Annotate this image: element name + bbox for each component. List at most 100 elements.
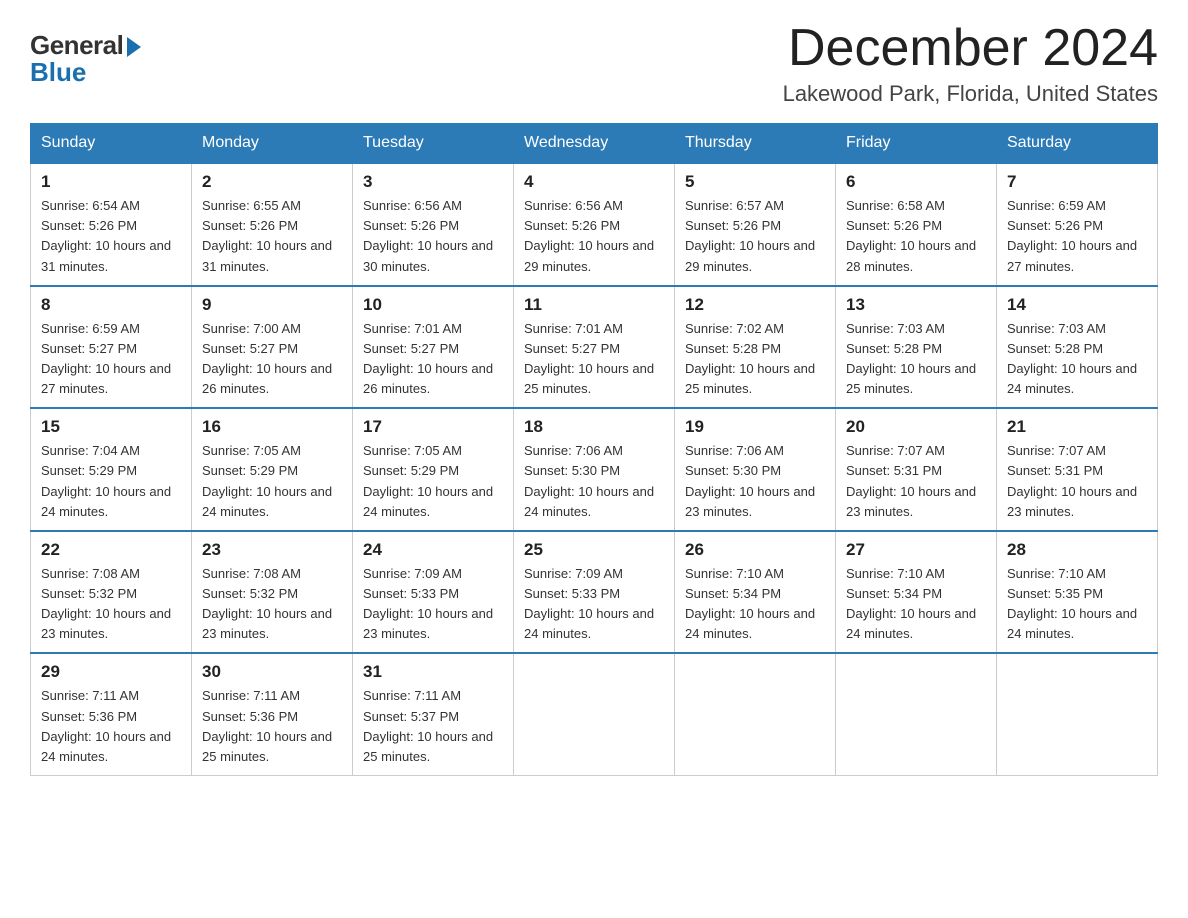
logo-arrow-icon (127, 37, 141, 57)
day-info: Sunrise: 6:56 AMSunset: 5:26 PMDaylight:… (524, 196, 664, 277)
day-number: 28 (1007, 540, 1147, 560)
calendar-header-saturday: Saturday (997, 124, 1158, 164)
day-number: 25 (524, 540, 664, 560)
day-info: Sunrise: 7:07 AMSunset: 5:31 PMDaylight:… (846, 441, 986, 522)
day-info: Sunrise: 7:09 AMSunset: 5:33 PMDaylight:… (524, 564, 664, 645)
day-number: 10 (363, 295, 503, 315)
day-info: Sunrise: 7:05 AMSunset: 5:29 PMDaylight:… (363, 441, 503, 522)
day-info: Sunrise: 7:06 AMSunset: 5:30 PMDaylight:… (685, 441, 825, 522)
calendar-cell: 29 Sunrise: 7:11 AMSunset: 5:36 PMDayligh… (31, 653, 192, 775)
calendar-cell: 16Sunrise: 7:05 AMSunset: 5:29 PMDayligh… (192, 408, 353, 531)
day-number: 26 (685, 540, 825, 560)
day-info: Sunrise: 7:06 AMSunset: 5:30 PMDaylight:… (524, 441, 664, 522)
day-number: 31 (363, 662, 503, 682)
day-info: Sunrise: 7:10 AMSunset: 5:34 PMDaylight:… (846, 564, 986, 645)
calendar-cell (997, 653, 1158, 775)
day-info: Sunrise: 7:11 AMSunset: 5:37 PMDaylight:… (363, 686, 503, 767)
day-number: 13 (846, 295, 986, 315)
calendar-cell: 6 Sunrise: 6:58 AMSunset: 5:26 PMDaylight… (836, 163, 997, 286)
calendar-cell: 20 Sunrise: 7:07 AMSunset: 5:31 PMDayligh… (836, 408, 997, 531)
calendar-cell: 21 Sunrise: 7:07 AMSunset: 5:31 PMDayligh… (997, 408, 1158, 531)
calendar-cell: 4 Sunrise: 6:56 AMSunset: 5:26 PMDaylight… (514, 163, 675, 286)
day-number: 16 (202, 417, 342, 437)
calendar-cell: 31 Sunrise: 7:11 AMSunset: 5:37 PMDayligh… (353, 653, 514, 775)
day-info: Sunrise: 7:07 AMSunset: 5:31 PMDaylight:… (1007, 441, 1147, 522)
calendar-cell: 14 Sunrise: 7:03 AMSunset: 5:28 PMDayligh… (997, 286, 1158, 409)
day-number: 15 (41, 417, 181, 437)
day-number: 7 (1007, 172, 1147, 192)
day-number: 29 (41, 662, 181, 682)
day-number: 17 (363, 417, 503, 437)
calendar-header-row: SundayMondayTuesdayWednesdayThursdayFrid… (31, 124, 1158, 164)
day-info: Sunrise: 7:01 AMSunset: 5:27 PMDaylight:… (524, 319, 664, 400)
day-number: 6 (846, 172, 986, 192)
day-info: Sunrise: 7:09 AMSunset: 5:33 PMDaylight:… (363, 564, 503, 645)
calendar-header-sunday: Sunday (31, 124, 192, 164)
day-number: 3 (363, 172, 503, 192)
day-number: 8 (41, 295, 181, 315)
day-info: Sunrise: 7:00 AMSunset: 5:27 PMDaylight:… (202, 319, 342, 400)
day-number: 9 (202, 295, 342, 315)
calendar-week-row: 1Sunrise: 6:54 AMSunset: 5:26 PMDaylight… (31, 163, 1158, 286)
calendar-cell: 8Sunrise: 6:59 AMSunset: 5:27 PMDaylight… (31, 286, 192, 409)
day-info: Sunrise: 7:08 AMSunset: 5:32 PMDaylight:… (41, 564, 181, 645)
calendar-cell: 27 Sunrise: 7:10 AMSunset: 5:34 PMDayligh… (836, 531, 997, 654)
calendar-cell: 15 Sunrise: 7:04 AMSunset: 5:29 PMDayligh… (31, 408, 192, 531)
day-number: 21 (1007, 417, 1147, 437)
day-info: Sunrise: 6:54 AMSunset: 5:26 PMDaylight:… (41, 196, 181, 277)
day-number: 30 (202, 662, 342, 682)
calendar-header-thursday: Thursday (675, 124, 836, 164)
day-number: 5 (685, 172, 825, 192)
calendar-week-row: 22 Sunrise: 7:08 AMSunset: 5:32 PMDayligh… (31, 531, 1158, 654)
location-title: Lakewood Park, Florida, United States (783, 81, 1158, 107)
calendar-cell: 12Sunrise: 7:02 AMSunset: 5:28 PMDayligh… (675, 286, 836, 409)
calendar-cell: 24Sunrise: 7:09 AMSunset: 5:33 PMDayligh… (353, 531, 514, 654)
day-info: Sunrise: 7:04 AMSunset: 5:29 PMDaylight:… (41, 441, 181, 522)
day-info: Sunrise: 6:55 AMSunset: 5:26 PMDaylight:… (202, 196, 342, 277)
day-number: 14 (1007, 295, 1147, 315)
day-info: Sunrise: 7:01 AMSunset: 5:27 PMDaylight:… (363, 319, 503, 400)
day-info: Sunrise: 7:08 AMSunset: 5:32 PMDaylight:… (202, 564, 342, 645)
calendar-cell (836, 653, 997, 775)
calendar-table: SundayMondayTuesdayWednesdayThursdayFrid… (30, 123, 1158, 776)
calendar-cell: 7Sunrise: 6:59 AMSunset: 5:26 PMDaylight… (997, 163, 1158, 286)
calendar-cell: 25 Sunrise: 7:09 AMSunset: 5:33 PMDayligh… (514, 531, 675, 654)
calendar-cell: 26 Sunrise: 7:10 AMSunset: 5:34 PMDayligh… (675, 531, 836, 654)
day-info: Sunrise: 7:11 AMSunset: 5:36 PMDaylight:… (41, 686, 181, 767)
day-info: Sunrise: 6:56 AMSunset: 5:26 PMDaylight:… (363, 196, 503, 277)
day-info: Sunrise: 7:02 AMSunset: 5:28 PMDaylight:… (685, 319, 825, 400)
day-number: 4 (524, 172, 664, 192)
calendar-week-row: 8Sunrise: 6:59 AMSunset: 5:27 PMDaylight… (31, 286, 1158, 409)
calendar-cell: 10 Sunrise: 7:01 AMSunset: 5:27 PMDayligh… (353, 286, 514, 409)
day-number: 22 (41, 540, 181, 560)
calendar-cell: 19Sunrise: 7:06 AMSunset: 5:30 PMDayligh… (675, 408, 836, 531)
calendar-header-wednesday: Wednesday (514, 124, 675, 164)
calendar-cell: 1Sunrise: 6:54 AMSunset: 5:26 PMDaylight… (31, 163, 192, 286)
calendar-cell: 18 Sunrise: 7:06 AMSunset: 5:30 PMDayligh… (514, 408, 675, 531)
calendar-week-row: 15 Sunrise: 7:04 AMSunset: 5:29 PMDayligh… (31, 408, 1158, 531)
calendar-cell: 5 Sunrise: 6:57 AMSunset: 5:26 PMDaylight… (675, 163, 836, 286)
day-number: 18 (524, 417, 664, 437)
calendar-cell: 13 Sunrise: 7:03 AMSunset: 5:28 PMDayligh… (836, 286, 997, 409)
day-number: 11 (524, 295, 664, 315)
day-number: 20 (846, 417, 986, 437)
calendar-cell: 17 Sunrise: 7:05 AMSunset: 5:29 PMDayligh… (353, 408, 514, 531)
day-info: Sunrise: 7:03 AMSunset: 5:28 PMDaylight:… (1007, 319, 1147, 400)
calendar-cell: 3 Sunrise: 6:56 AMSunset: 5:26 PMDaylight… (353, 163, 514, 286)
calendar-cell: 30Sunrise: 7:11 AMSunset: 5:36 PMDayligh… (192, 653, 353, 775)
logo-blue-text: Blue (30, 57, 86, 88)
day-number: 2 (202, 172, 342, 192)
calendar-cell: 22 Sunrise: 7:08 AMSunset: 5:32 PMDayligh… (31, 531, 192, 654)
logo: General Blue (30, 30, 141, 88)
day-info: Sunrise: 6:57 AMSunset: 5:26 PMDaylight:… (685, 196, 825, 277)
day-info: Sunrise: 7:03 AMSunset: 5:28 PMDaylight:… (846, 319, 986, 400)
calendar-header-monday: Monday (192, 124, 353, 164)
day-number: 23 (202, 540, 342, 560)
day-number: 27 (846, 540, 986, 560)
day-info: Sunrise: 7:10 AMSunset: 5:34 PMDaylight:… (685, 564, 825, 645)
calendar-header-friday: Friday (836, 124, 997, 164)
day-info: Sunrise: 6:58 AMSunset: 5:26 PMDaylight:… (846, 196, 986, 277)
day-info: Sunrise: 7:10 AMSunset: 5:35 PMDaylight:… (1007, 564, 1147, 645)
page-header: General Blue December 2024 Lakewood Park… (30, 20, 1158, 107)
calendar-cell: 28 Sunrise: 7:10 AMSunset: 5:35 PMDayligh… (997, 531, 1158, 654)
